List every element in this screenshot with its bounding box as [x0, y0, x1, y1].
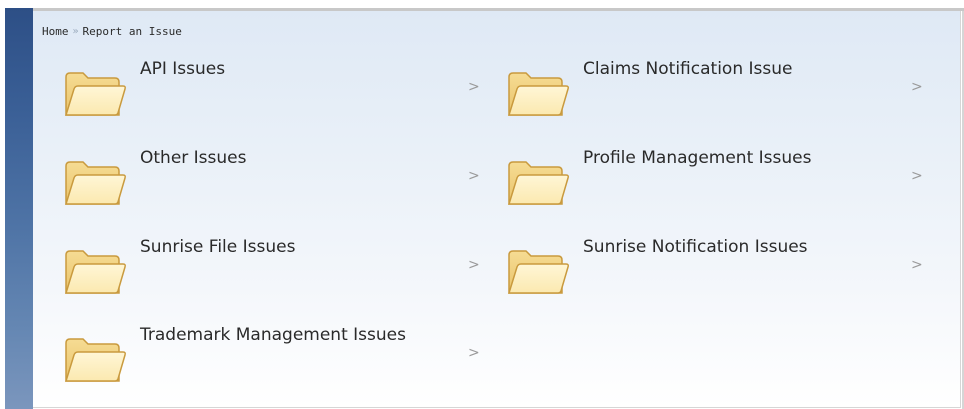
window-frame: Home » Report an Issue API Issues > Clai…	[0, 0, 964, 409]
chevron-right-icon: >	[911, 79, 923, 95]
category-label: Trademark Management Issues	[140, 325, 406, 345]
folder-icon	[506, 67, 570, 121]
chevron-right-icon: >	[468, 168, 480, 184]
left-navigation-bar	[5, 8, 33, 409]
category-sunrise-notification-issues[interactable]: Sunrise Notification Issues >	[506, 237, 936, 307]
folder-icon	[63, 156, 127, 210]
chevron-right-icon: >	[468, 257, 480, 273]
category-profile-management-issues[interactable]: Profile Management Issues >	[506, 148, 936, 218]
chevron-right-icon: >	[911, 168, 923, 184]
breadcrumb-separator: »	[72, 25, 79, 37]
category-label: Claims Notification Issue	[583, 59, 793, 79]
folder-icon	[63, 333, 127, 387]
category-label: Sunrise File Issues	[140, 237, 296, 257]
folder-icon	[63, 245, 127, 299]
chevron-right-icon: >	[911, 257, 923, 273]
breadcrumb-home-link[interactable]: Home	[42, 25, 69, 38]
category-api-issues[interactable]: API Issues >	[63, 59, 483, 129]
category-sunrise-file-issues[interactable]: Sunrise File Issues >	[63, 237, 483, 307]
category-label: Profile Management Issues	[583, 148, 812, 168]
category-label: Sunrise Notification Issues	[583, 237, 808, 257]
chevron-right-icon: >	[468, 345, 480, 361]
breadcrumb: Home » Report an Issue	[42, 23, 182, 39]
content-panel: Home » Report an Issue API Issues > Clai…	[33, 11, 961, 408]
category-claims-notification-issue[interactable]: Claims Notification Issue >	[506, 59, 936, 129]
folder-icon	[63, 67, 127, 121]
category-label: Other Issues	[140, 148, 247, 168]
folder-icon	[506, 245, 570, 299]
folder-icon	[506, 156, 570, 210]
category-other-issues[interactable]: Other Issues >	[63, 148, 483, 218]
category-trademark-management-issues[interactable]: Trademark Management Issues >	[63, 325, 483, 395]
breadcrumb-current: Report an Issue	[82, 24, 182, 38]
chevron-right-icon: >	[468, 79, 480, 95]
category-label: API Issues	[140, 59, 226, 79]
